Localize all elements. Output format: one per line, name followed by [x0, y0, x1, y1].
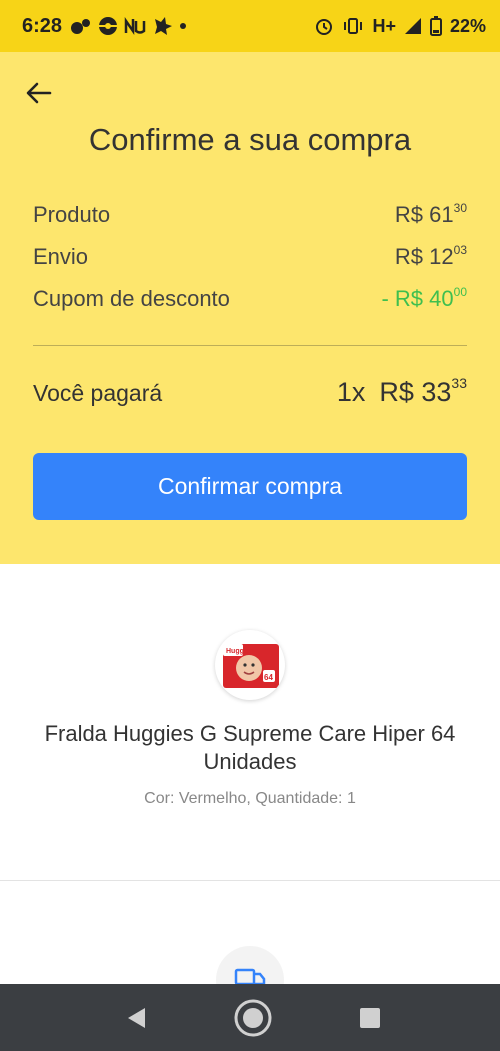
product-image: Huggies 64 [215, 630, 285, 700]
alarm-icon [314, 16, 334, 36]
pokeball-icon [98, 16, 118, 36]
nav-back-button[interactable] [116, 998, 156, 1038]
product-attributes: Cor: Vermelho, Quantidade: 1 [144, 790, 356, 807]
status-time: 6:28 [22, 14, 63, 37]
summary-row-shipping: Envio R$ 1203 [33, 243, 467, 270]
system-navigation-bar [0, 984, 500, 1051]
network-type-label: H+ [372, 15, 396, 36]
shipping-label: Envio [33, 244, 89, 269]
signal-icon [404, 17, 422, 35]
product-name: Fralda Huggies G Supreme Care Hiper 64 U… [44, 721, 456, 774]
product-label: Produto [33, 202, 111, 227]
total-price: 1x R$ 3333 [336, 375, 467, 407]
product-price: R$ 6130 [394, 201, 467, 227]
triangle-back-icon [128, 1007, 145, 1028]
summary-row-product: Produto R$ 6130 [33, 201, 467, 228]
battery-icon [429, 16, 442, 36]
nav-recents-button[interactable] [350, 998, 390, 1038]
arrow-left-icon [26, 82, 52, 104]
confirm-purchase-button[interactable]: Confirmar compra [33, 453, 467, 520]
shipping-price: R$ 1203 [394, 243, 467, 269]
svg-text:Huggies: Huggies [226, 648, 254, 655]
status-bar: 6:28 H+ 22% [0, 0, 500, 52]
battery-percent: 22% [449, 15, 486, 36]
summary-divider [33, 345, 467, 346]
coupon-label: Cupom de desconto [33, 286, 230, 311]
total-row: Você pagará 1x R$ 3333 [33, 375, 467, 408]
app-notification-icon [70, 17, 92, 35]
summary-row-coupon: Cupom de desconto - R$ 4000 [33, 285, 467, 312]
installments: 1x [336, 377, 366, 407]
nubank-icon [124, 17, 146, 35]
notification-icons [70, 16, 187, 36]
square-recents-icon [360, 1007, 380, 1028]
section-divider [0, 880, 500, 881]
vibrate-icon [342, 16, 364, 36]
svg-text:64: 64 [264, 673, 273, 682]
home-circle-icon [234, 999, 272, 1036]
page-title: Confirme a sua compra [88, 122, 412, 157]
purchase-summary-panel: Confirme a sua compra Produto R$ 6130 En… [0, 52, 500, 564]
back-button[interactable] [22, 76, 56, 110]
game-notification-icon [152, 16, 174, 36]
total-label: Você pagará [33, 380, 163, 406]
nav-home-button[interactable] [233, 998, 273, 1038]
more-notifications-dot [180, 23, 187, 29]
coupon-discount: - R$ 4000 [381, 285, 467, 311]
system-icons: H+ 22% [314, 16, 486, 37]
